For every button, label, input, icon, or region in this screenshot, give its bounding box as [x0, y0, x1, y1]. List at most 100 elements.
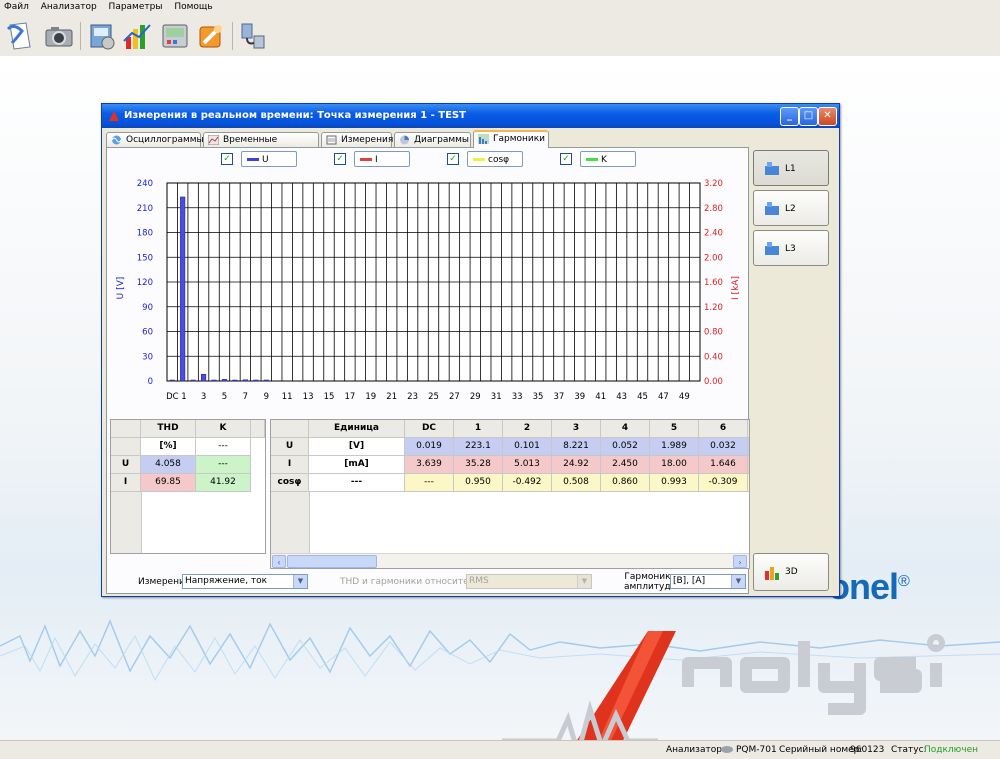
legend-k-button[interactable]: K — [580, 151, 636, 167]
bar-6 — [232, 379, 238, 382]
y-axis-label: U [V] — [116, 277, 126, 300]
harmonic-label-line1: Гармоника — [624, 572, 677, 582]
x-tick-label: 19 — [365, 392, 376, 402]
k-i-value: 41.92 — [196, 474, 251, 492]
maximize-button[interactable]: □ — [799, 107, 818, 126]
y2-tick-label: 1.20 — [704, 303, 723, 313]
harm-value-cell: 0.885 — [748, 474, 749, 492]
phase-l2-button[interactable]: L2 — [753, 190, 829, 226]
view-3d-button[interactable]: 3D — [753, 553, 829, 591]
legend-i-checkbox[interactable]: ✓ — [334, 153, 346, 165]
scroll-thumb[interactable] — [287, 555, 377, 568]
tab-label: Гармоники — [493, 134, 546, 144]
legend-cosphi-checkbox[interactable]: ✓ — [447, 153, 459, 165]
unit-header: Единица измерения — [309, 420, 405, 450]
menu-bar: Файл Анализатор Параметры Помощь — [0, 0, 1000, 16]
connection-icon[interactable] — [236, 19, 270, 53]
analyzer-value: PQM-701 — [736, 745, 777, 755]
harmonic-column-header: 1 — [454, 420, 503, 438]
thd-header-filler — [251, 420, 265, 438]
y2-tick-label: 1.60 — [704, 278, 723, 288]
legend-k-checkbox[interactable]: ✓ — [560, 153, 572, 165]
scroll-right-button[interactable]: › — [733, 555, 747, 568]
harm-value-cell: 1.497 — [748, 438, 749, 456]
bar-chart-icon[interactable] — [120, 19, 154, 53]
toolbar-separator — [80, 22, 81, 50]
thd-unit-corner — [111, 438, 141, 456]
close-button[interactable]: ✕ — [818, 107, 837, 126]
thd-reference-select[interactable]: RMS ▼ — [466, 574, 592, 589]
harm-unit-cell: [V] — [309, 438, 405, 456]
harmonic-column-header: 7 — [748, 420, 749, 438]
phase-l3-button[interactable]: L3 — [753, 230, 829, 266]
bar-9 — [263, 379, 269, 382]
harm-value-cell: 8.221 — [552, 438, 601, 456]
y2-tick-label: 0.00 — [704, 377, 723, 387]
harm-value-cell: 1.646 — [699, 456, 748, 474]
x-tick-label: 37 — [553, 392, 564, 402]
menu-file[interactable]: Файл — [0, 0, 34, 12]
x-tick-label: 15 — [324, 392, 335, 402]
phase-icon — [765, 202, 779, 215]
legend-cosphi-button[interactable]: cosφ — [467, 151, 523, 167]
menu-analyzer[interactable]: Анализатор — [37, 0, 102, 12]
legend-u-checkbox[interactable]: ✓ — [221, 153, 233, 165]
harm-value-cell: 0.860 — [601, 474, 650, 492]
harm-value-cell: -0.309 — [699, 474, 748, 492]
measurement-value: Напряжение, ток — [185, 576, 268, 586]
y2-tick-label: 0.40 — [704, 352, 723, 362]
tab-harmonics[interactable]: Гармоники — [473, 130, 549, 148]
harmonic-column-header: 4 — [601, 420, 650, 438]
menu-help[interactable]: Помощь — [170, 0, 217, 12]
tab-diagrams[interactable]: Диаграммы — [394, 132, 471, 147]
tools-icon[interactable] — [194, 19, 228, 53]
chevron-down-icon[interactable]: ▼ — [731, 575, 745, 588]
button-label: L3 — [785, 244, 796, 254]
tab-label: Измерения — [341, 135, 394, 145]
analyzer-settings-icon[interactable] — [84, 19, 118, 53]
analyzer-label: Анализатор: — [666, 745, 725, 755]
legend-u-button[interactable]: U — [241, 151, 297, 167]
tab-measurements[interactable]: Измерения — [321, 132, 394, 147]
new-document-icon[interactable] — [4, 19, 38, 53]
x-tick-label: 7 — [243, 392, 248, 402]
tab-time-charts[interactable]: Временные графики — [203, 132, 319, 160]
bar-4 — [211, 379, 217, 382]
phase-l1-button[interactable]: L1 — [753, 150, 829, 186]
connection-status: Подключен — [924, 745, 978, 755]
legend-swatch — [586, 158, 598, 161]
menu-parameters[interactable]: Параметры — [105, 0, 168, 12]
window-titlebar[interactable]: Измерения в реальном времени: Точка изме… — [102, 104, 839, 128]
y-tick-label: 90 — [142, 303, 153, 313]
measurements-icon — [326, 135, 337, 145]
y2-axis-label: I [kA] — [731, 276, 741, 300]
button-label: L2 — [785, 204, 796, 214]
window-title: Измерения в реальном времени: Точка изме… — [124, 110, 466, 121]
chevron-down-icon[interactable]: ▼ — [577, 575, 591, 588]
horizontal-scrollbar[interactable]: ‹ › — [271, 553, 749, 568]
tab-oscillograms[interactable]: Осциллограммы — [106, 132, 204, 147]
harm-value-cell: --- — [405, 474, 454, 492]
oscilloscope-icon — [111, 135, 122, 145]
diagram-icon — [400, 135, 409, 145]
x-tick-label: 27 — [449, 392, 460, 402]
y-tick-label: 240 — [137, 179, 153, 189]
harm-value-cell: 223.1 — [454, 438, 503, 456]
meter-icon[interactable] — [158, 19, 192, 53]
y2-axis-ticks: 0.00 0.40 0.80 1.20 1.60 2.00 2.40 2.80 3.20 — [704, 179, 723, 387]
harm-value-cell: 0.508 — [552, 474, 601, 492]
harmonic-amplitude-select[interactable]: [В], [А] ▼ — [670, 574, 746, 589]
harmonic-column-header: 2 — [503, 420, 552, 438]
x-tick-label: 49 — [679, 392, 690, 402]
minimize-button[interactable]: _ — [780, 107, 799, 126]
legend-i-button[interactable]: I — [354, 151, 410, 167]
harm-value-cell: 0.052 — [601, 438, 650, 456]
chevron-down-icon[interactable]: ▼ — [293, 575, 307, 588]
scroll-left-button[interactable]: ‹ — [272, 555, 286, 568]
harm-value-cell: 0.019 — [405, 438, 454, 456]
bar-DC — [169, 379, 175, 382]
harmonic-column-header: 5 — [650, 420, 699, 438]
camera-icon[interactable] — [42, 19, 76, 53]
measurement-select[interactable]: Напряжение, ток ▼ — [182, 574, 308, 589]
thd-table: THD K [%] --- U 4.058 --- I 69.85 41.92 — [110, 419, 266, 554]
